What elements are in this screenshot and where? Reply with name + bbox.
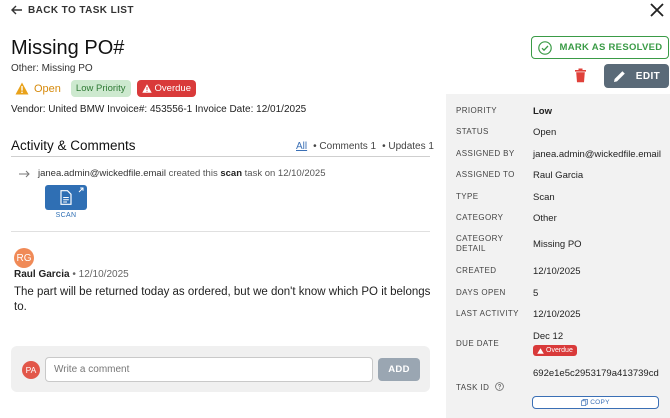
activity-event: janea.admin@wickedfile.email created thi…: [19, 168, 325, 179]
detail-label: CATEGORY: [456, 213, 504, 222]
arrow-right-icon: [19, 170, 30, 177]
detail-value: 12/10/2025: [533, 266, 581, 277]
avatar: PA: [22, 361, 40, 379]
help-icon[interactable]: [495, 382, 504, 391]
detail-label: DAYS OPEN: [456, 288, 506, 297]
warning-icon: [537, 347, 544, 354]
event-text-task: task: [244, 168, 263, 179]
detail-value: Missing PO: [533, 239, 582, 250]
event-user: janea.admin@wickedfile.email: [38, 168, 166, 179]
back-label: BACK TO TASK LIST: [28, 4, 134, 16]
comment-body: The part will be returned today as order…: [14, 286, 431, 313]
page-subtitle: Other: Missing PO: [11, 63, 93, 74]
comment-header: Raul Garcia • 12/10/2025: [14, 269, 129, 280]
comment-author: Raul Garcia: [14, 269, 70, 280]
detail-label: DUE DATE: [456, 339, 500, 348]
detail-label: CREATED: [456, 266, 497, 275]
detail-category: CATEGORY Other: [456, 213, 557, 225]
status-text: Open: [34, 82, 61, 95]
detail-value: Dec 12: [533, 331, 564, 342]
event-text-created: created this: [168, 168, 218, 179]
detail-task-id: TASK ID: [456, 382, 533, 393]
activity-filters: All • Comments 1 • Updates 1: [296, 141, 434, 152]
detail-label: TASK ID: [456, 383, 490, 392]
close-button[interactable]: [648, 1, 666, 19]
detail-category-detail: CATEGORY DETAIL Missing PO: [456, 234, 582, 254]
detail-created: CREATED 12/10/2025: [456, 266, 581, 278]
mark-as-resolved-label: MARK AS RESOLVED: [559, 42, 663, 53]
detail-label: LAST ACTIVITY: [456, 309, 519, 318]
scan-attachment-label: SCAN: [55, 212, 77, 219]
detail-value: Raul Garcia: [533, 170, 584, 181]
filter-comments[interactable]: • Comments 1: [313, 141, 376, 152]
external-link-icon: [78, 187, 84, 193]
check-circle-icon: [537, 40, 552, 55]
back-to-task-list-link[interactable]: BACK TO TASK LIST: [11, 3, 134, 17]
divider: [11, 231, 430, 232]
task-id-value: 692e1e5c2953179a413739cd: [533, 368, 659, 379]
mark-as-resolved-button[interactable]: MARK AS RESOLVED: [531, 36, 669, 59]
due-overdue-label: Overdue: [546, 347, 573, 354]
event-doc-type: scan: [220, 168, 242, 179]
detail-assigned-to: ASSIGNED TO Raul Garcia: [456, 170, 583, 182]
trash-icon: [575, 68, 586, 83]
detail-label: TYPE: [456, 192, 479, 201]
page-title: Missing PO#: [11, 37, 125, 59]
detail-value: Low: [533, 106, 552, 117]
add-comment-button[interactable]: ADD: [378, 358, 420, 381]
arrow-left-icon: [11, 5, 22, 15]
detail-status: STATUS Open: [456, 127, 556, 139]
comment-date: • 12/10/2025: [72, 269, 129, 280]
priority-badge: Low Priority: [70, 80, 131, 97]
activity-section-title: Activity & Comments: [11, 138, 136, 153]
copy-icon: [581, 399, 589, 406]
detail-label: STATUS: [456, 127, 489, 136]
detail-label-wrap: TASK ID: [456, 382, 533, 393]
detail-label: ASSIGNED BY: [456, 149, 515, 158]
comment-input[interactable]: [45, 357, 373, 382]
detail-label: PRIORITY: [456, 106, 497, 115]
warning-icon: [141, 84, 152, 93]
pencil-icon: [613, 70, 625, 82]
edit-button[interactable]: EDIT: [604, 64, 669, 88]
detail-assigned-by: ASSIGNED BY janea.admin@wickedfile.email: [456, 149, 661, 161]
due-overdue-badge: Overdue: [533, 345, 577, 356]
overdue-badge: Overdue: [136, 80, 196, 97]
warning-icon: [15, 82, 29, 95]
copy-task-id-button[interactable]: COPY: [532, 396, 659, 409]
detail-label: CATEGORY DETAIL: [456, 234, 504, 253]
detail-value: Other: [533, 213, 557, 224]
document-icon: [60, 190, 72, 205]
copy-label: COPY: [590, 399, 610, 406]
overdue-badge-label: Overdue: [154, 83, 191, 94]
invoice-meta: Vendor: United BMW Invoice#: 453556-1 In…: [11, 104, 307, 115]
status-badges: Open Low Priority Overdue: [15, 80, 196, 97]
detail-value: janea.admin@wickedfile.email: [533, 149, 661, 160]
avatar: RG: [14, 248, 34, 268]
detail-type: TYPE Scan: [456, 192, 555, 204]
detail-last-activity: LAST ACTIVITY 12/10/2025: [456, 309, 581, 321]
detail-value: 5: [533, 288, 539, 299]
scan-attachment[interactable]: [45, 185, 87, 210]
detail-value: Scan: [533, 192, 555, 203]
filter-updates[interactable]: • Updates 1: [382, 141, 434, 152]
close-icon: [650, 3, 664, 17]
detail-value: 12/10/2025: [533, 309, 581, 320]
edit-label: EDIT: [635, 70, 661, 82]
detail-days-open: DAYS OPEN 5: [456, 288, 538, 300]
event-date: on 12/10/2025: [264, 168, 326, 179]
detail-value: Open: [533, 127, 557, 138]
filter-all[interactable]: All: [296, 141, 307, 152]
detail-label: ASSIGNED TO: [456, 170, 515, 179]
delete-button[interactable]: [574, 68, 587, 83]
detail-priority: PRIORITY Low: [456, 106, 552, 118]
divider: [11, 156, 430, 157]
status-indicator: Open: [15, 82, 61, 95]
